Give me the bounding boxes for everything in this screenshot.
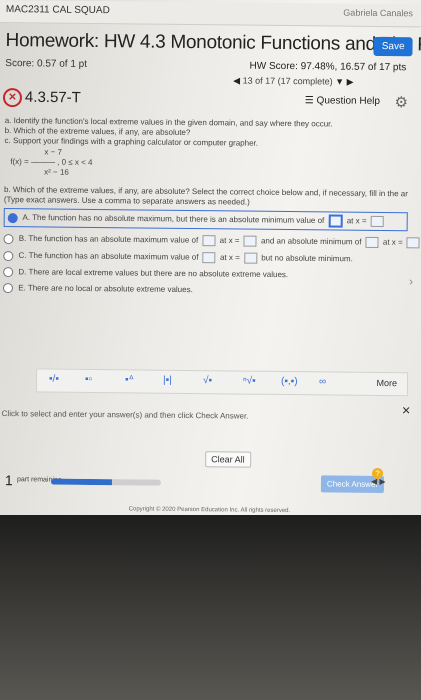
- more-button[interactable]: More: [376, 378, 397, 388]
- option-b-x2-input[interactable]: [406, 237, 421, 249]
- close-icon[interactable]: ✕: [401, 404, 410, 417]
- option-b-min-text: and an absolute minimum of: [260, 236, 362, 247]
- next-question-button[interactable]: ▶: [347, 77, 354, 87]
- option-d-text: There are local extreme values but there…: [28, 267, 289, 280]
- question-id-text: 4.3.57-T: [24, 88, 81, 107]
- option-e-letter: E.: [18, 283, 26, 293]
- desk-background: [0, 515, 421, 700]
- option-c[interactable]: C. The function has an absolute maximum …: [3, 250, 407, 265]
- hw-score: HW Score: 97.48%, 16.57 of 17 pts: [249, 60, 407, 74]
- option-a-letter: A.: [22, 212, 31, 222]
- option-b-max-input[interactable]: [202, 235, 216, 247]
- option-a-min-input[interactable]: [328, 214, 343, 228]
- parts-progress-bar: [50, 478, 161, 486]
- option-c-text: The function has an absolute maximum val…: [28, 250, 199, 262]
- sqrt-icon[interactable]: √▪: [203, 375, 212, 386]
- course-name: MAC2311 CAL SQUAD: [5, 4, 110, 17]
- option-b-at: at x =: [219, 235, 240, 246]
- question-progress: 13 of 17 (17 complete): [242, 75, 333, 87]
- parentheses-icon[interactable]: (▪,▪): [281, 376, 298, 387]
- option-b-x1-input[interactable]: [243, 235, 257, 247]
- parts-progress-fill: [50, 478, 112, 486]
- option-d-letter: D.: [18, 267, 27, 277]
- parts-remaining-count: 1: [4, 472, 13, 489]
- infinity-icon[interactable]: ∞: [319, 376, 326, 387]
- radio-d[interactable]: [3, 267, 14, 278]
- fraction-icon[interactable]: ▪/▪: [49, 374, 59, 385]
- gear-icon[interactable]: ⚙: [394, 93, 408, 111]
- option-a-text: The function has no absolute maximum, bu…: [32, 212, 325, 226]
- user-name[interactable]: Gabriela Canales: [343, 8, 413, 19]
- chevron-right-icon[interactable]: ›: [409, 274, 413, 288]
- math-toolbar: ▪/▪ ▪▫ ▪ᐞ |▪| √▪ ⁿ√▪ (▪,▪) ∞ More: [35, 368, 409, 397]
- radio-b[interactable]: [3, 233, 14, 244]
- option-d[interactable]: D. There are local extreme values but th…: [3, 267, 407, 281]
- question-help-label: Question Help: [316, 95, 381, 107]
- nth-root-icon[interactable]: ⁿ√▪: [243, 376, 256, 387]
- radio-e[interactable]: [2, 283, 14, 294]
- list-icon: ☰: [304, 95, 314, 107]
- radio-c[interactable]: [3, 250, 14, 261]
- option-b-at2: at x =: [382, 237, 403, 247]
- option-b-text: The function has an absolute maximum val…: [28, 233, 199, 245]
- incorrect-x-icon: ✕: [2, 88, 23, 108]
- option-c-post: but no absolute minimum.: [261, 253, 353, 264]
- exponent-icon[interactable]: ▪ᐞ: [125, 374, 134, 385]
- save-button[interactable]: Save: [373, 36, 413, 57]
- question-nav: ◀ 13 of 17 (17 complete) ▼ ▶: [233, 75, 353, 87]
- question-dropdown[interactable]: ▼: [335, 77, 344, 87]
- option-b[interactable]: B. The function has an absolute maximum …: [3, 233, 421, 249]
- option-c-x-input[interactable]: [243, 252, 258, 264]
- footer: 1 part remaining Check Answer ? ◀ ▶: [0, 462, 416, 506]
- option-a-x-input[interactable]: [370, 215, 384, 228]
- course-bar: MAC2311 CAL SQUAD Gabriela Canales: [0, 0, 421, 28]
- option-a-at: at x =: [346, 216, 367, 226]
- option-e[interactable]: E. There are no local or absolute extrem…: [2, 283, 407, 297]
- radio-a[interactable]: [7, 212, 18, 223]
- answer-hint: Click to select and enter your answer(s)…: [1, 409, 249, 421]
- option-c-at: at x =: [219, 252, 240, 263]
- option-b-min-input[interactable]: [365, 236, 379, 248]
- page-title: Homework: HW 4.3 Monotonic Functions and…: [5, 30, 421, 56]
- mixed-number-icon[interactable]: ▪▫: [85, 374, 92, 385]
- function-definition: x − 7 f(x) = ——— , 0 ≤ x < 4 x² − 16: [10, 147, 408, 181]
- problem-content: a. Identify the function's local extreme…: [2, 116, 421, 303]
- option-a[interactable]: A. The function has no absolute maximum,…: [3, 208, 408, 232]
- question-help-button[interactable]: ☰ Question Help: [305, 95, 380, 107]
- prev-question-button[interactable]: ◀: [233, 75, 240, 85]
- option-b-letter: B.: [18, 233, 27, 243]
- photo-background: MAC2311 CAL SQUAD Gabriela Canales Homew…: [0, 0, 421, 700]
- absolute-value-icon[interactable]: |▪|: [163, 375, 172, 386]
- option-c-letter: C.: [18, 250, 27, 260]
- option-c-max-input[interactable]: [202, 252, 216, 264]
- question-id: ✕ 4.3.57-T: [2, 88, 81, 108]
- copyright-text: Copyright © 2020 Pearson Education Inc. …: [128, 506, 291, 515]
- part-nav-arrows[interactable]: ◀ ▶: [371, 477, 386, 486]
- question-score: Score: 0.57 of 1 pt: [5, 58, 88, 70]
- option-e-text: There are no local or absolute extreme v…: [27, 283, 193, 295]
